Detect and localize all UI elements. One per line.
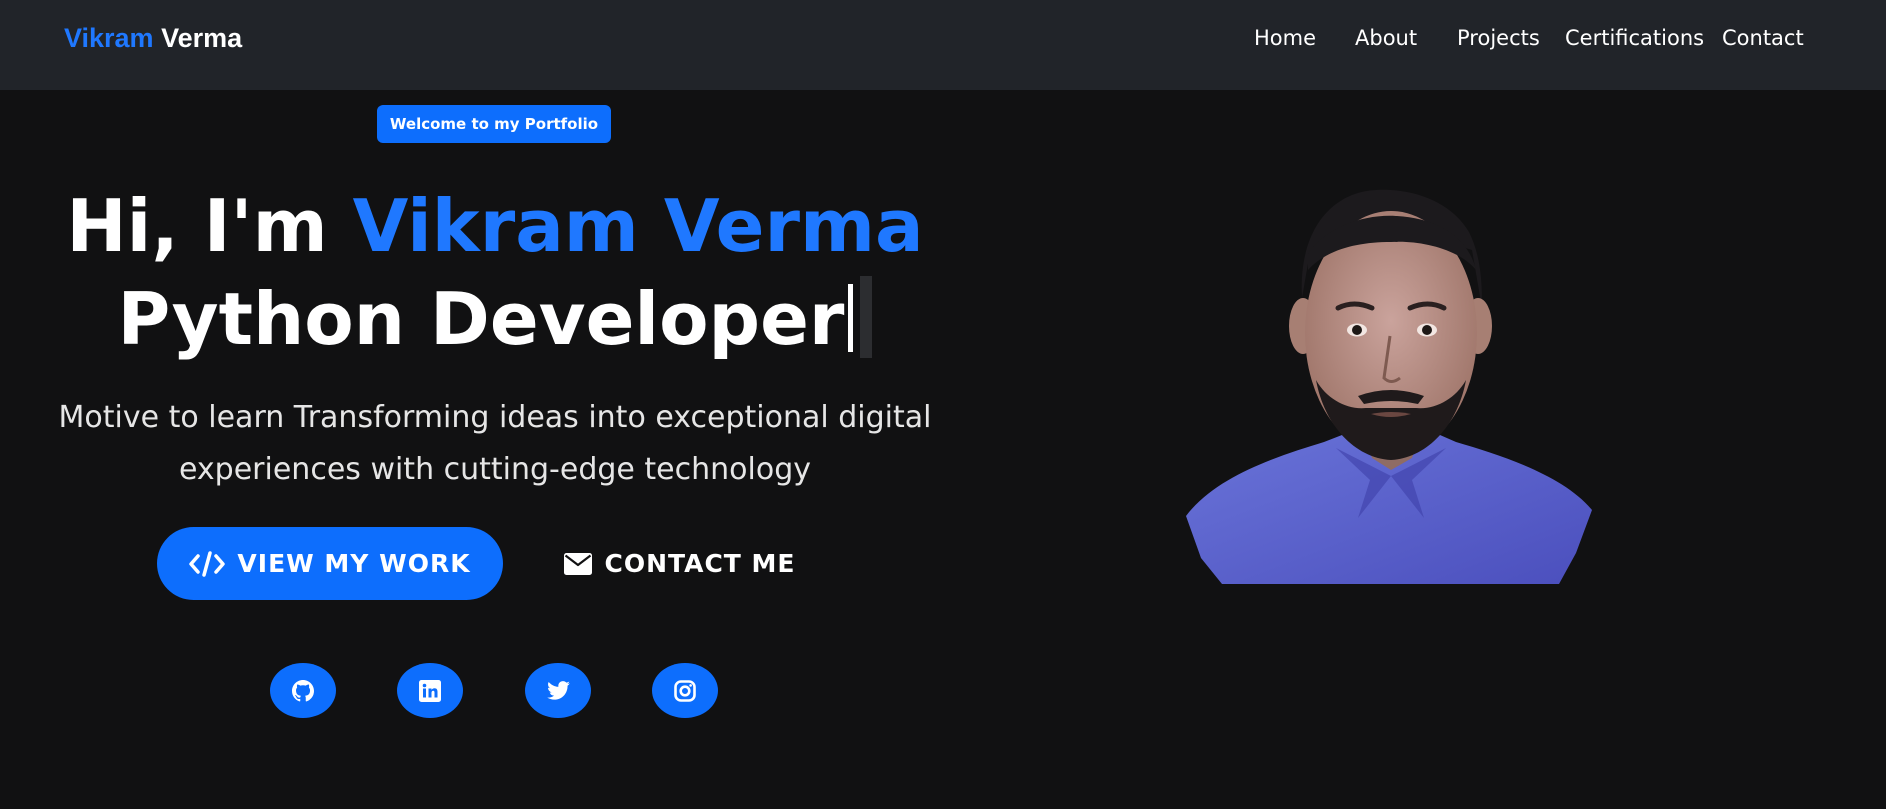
greeting-text: Hi, I'm xyxy=(66,184,328,268)
hero-subtitle: Motive to learn Transforming ideas into … xyxy=(0,392,990,496)
view-my-work-button[interactable]: VIEW MY WORK xyxy=(157,527,503,600)
profile-photo xyxy=(1186,189,1592,584)
welcome-badge: Welcome to my Portfolio xyxy=(377,105,611,143)
brand-first-name: Vikram xyxy=(64,23,154,53)
typing-cursor-shadow xyxy=(860,276,873,358)
nav-link-contact[interactable]: Contact xyxy=(1722,26,1804,50)
nav-link-about[interactable]: About xyxy=(1355,26,1417,50)
typing-cursor xyxy=(848,284,854,352)
twitter-icon xyxy=(546,681,570,700)
subtitle-line-2: experiences with cutting-edge technology xyxy=(179,452,811,487)
nav-link-certifications[interactable]: Certifications xyxy=(1565,26,1704,50)
github-icon xyxy=(292,679,314,701)
brand-last-name: Verma xyxy=(161,23,243,53)
linkedin-link[interactable] xyxy=(397,663,463,718)
envelope-icon xyxy=(564,552,593,575)
instagram-icon xyxy=(674,679,696,702)
typed-role-text: Python Developer xyxy=(117,277,845,361)
hero-greeting: Hi, I'm Vikram Verma xyxy=(0,182,990,270)
linkedin-icon xyxy=(419,679,441,702)
hero-name: Vikram Verma xyxy=(352,184,924,268)
subtitle-line-1: Motive to learn Transforming ideas into … xyxy=(58,400,932,435)
typed-role: Python Developer xyxy=(0,275,990,363)
view-my-work-label: VIEW MY WORK xyxy=(237,549,471,578)
brand-logo[interactable]: Vikram Verma xyxy=(64,23,242,54)
code-icon xyxy=(189,550,226,577)
contact-me-label: CONTACT ME xyxy=(604,549,796,578)
portfolio-page: Vikram Verma Home About Projects Certifi… xyxy=(0,0,1886,809)
nav-link-projects[interactable]: Projects xyxy=(1457,26,1540,50)
nav-link-home[interactable]: Home xyxy=(1254,26,1316,50)
navbar: Vikram Verma Home About Projects Certifi… xyxy=(0,0,1886,90)
contact-me-button[interactable]: CONTACT ME xyxy=(550,527,810,600)
twitter-link[interactable] xyxy=(525,663,591,718)
instagram-link[interactable] xyxy=(652,663,718,718)
github-link[interactable] xyxy=(270,663,336,718)
